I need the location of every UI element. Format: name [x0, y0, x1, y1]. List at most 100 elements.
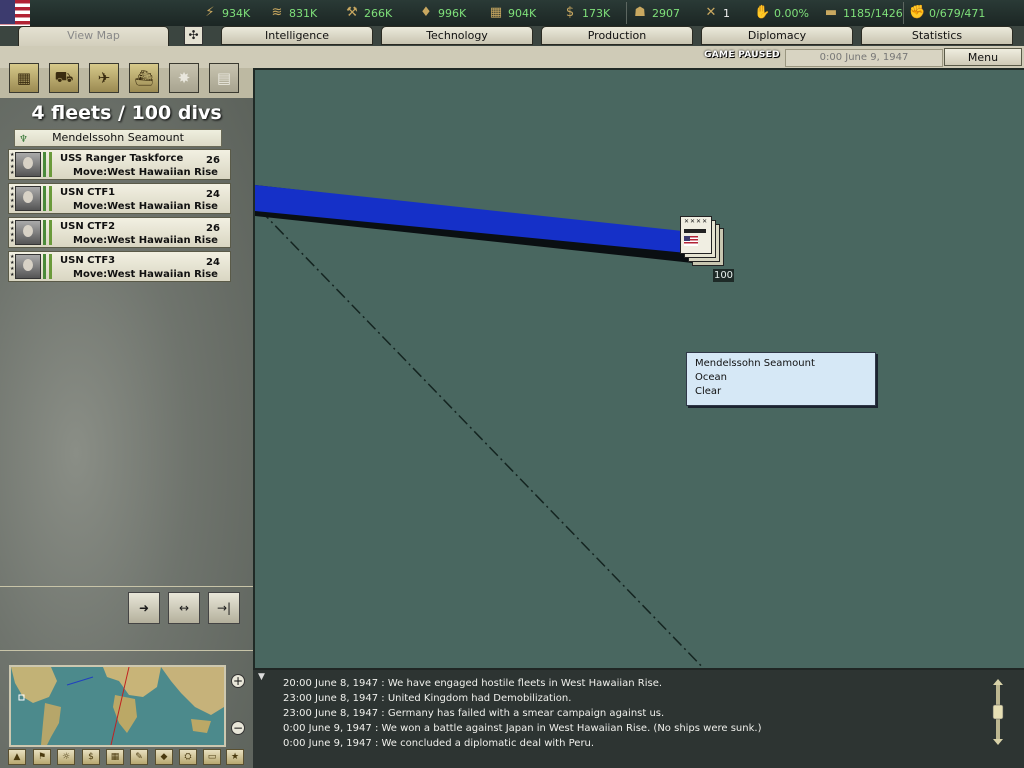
commander-portrait — [15, 254, 41, 279]
energy-icon: ⚡ — [205, 5, 215, 20]
orders-icon[interactable]: ▤ — [209, 63, 239, 93]
province-tooltip: Mendelssohn Seamount Ocean Clear — [686, 352, 876, 406]
metal-resource[interactable]: ≋ 831K — [269, 4, 318, 22]
fleet-order: Move:West Hawaiian Rise — [73, 235, 218, 246]
diplomats-resource[interactable]: ✕ 1 — [703, 4, 730, 22]
strength-bar — [43, 152, 46, 177]
rank-stars-icon: ★ ★ ★ ★ — [10, 220, 15, 244]
money-icon: $ — [565, 5, 575, 20]
divider — [0, 650, 253, 651]
rare-materials-resource[interactable]: ⚒ 266K — [344, 4, 392, 22]
move-fleet-button[interactable]: ➜ — [128, 592, 160, 624]
org-bar — [49, 254, 52, 279]
tab-view-map[interactable]: View Map — [18, 26, 169, 48]
resources-mapmode-icon[interactable]: ◆ — [155, 749, 173, 765]
commander-portrait — [15, 186, 41, 211]
fleet-row[interactable]: ★ ★ ★ ★ USN CTF3 24 Move:West Hawaiian Rise — [8, 251, 231, 282]
game-paused-label: GAME PAUSED — [704, 50, 780, 60]
log-entry[interactable]: 0:00 June 9, 1947 : We won a battle agai… — [283, 721, 983, 736]
tab-production[interactable]: Production — [541, 26, 693, 45]
energy-resource[interactable]: ⚡ 934K — [202, 4, 250, 22]
region-mapmode-icon[interactable]: ★ — [226, 749, 244, 765]
minimap[interactable] — [9, 665, 226, 747]
province-filter-icon[interactable]: ▦ — [9, 63, 39, 93]
map-layer — [255, 185, 705, 668]
tab-intelligence[interactable]: Intelligence — [221, 26, 373, 45]
supplies-resource[interactable]: ▦ 904K — [488, 4, 536, 22]
log-entry[interactable]: 23:00 June 8, 1947 : United Kingdom had … — [283, 691, 983, 706]
terrain-mapmode-icon[interactable]: ▲ — [8, 749, 26, 765]
oil-icon: ♦ — [420, 5, 432, 20]
fleet-row[interactable]: ★ ★ ★ ★ USN CTF1 24 Move:West Hawaiian Rise — [8, 183, 231, 214]
tab-diplomacy[interactable]: Diplomacy — [701, 26, 853, 45]
fleet-stack-icon[interactable]: ✕✕✕✕ — [680, 216, 724, 266]
divider — [0, 586, 253, 587]
org-bar — [49, 220, 52, 245]
rank-stars-icon: ✕✕✕✕ — [684, 218, 709, 225]
fleet-number: 26 — [206, 223, 220, 234]
metal-icon: ≋ — [271, 5, 283, 20]
merge-fleets-button[interactable]: ↔ — [168, 592, 200, 624]
divider — [903, 2, 904, 24]
strength-bar — [43, 220, 46, 245]
tooltip-weather: Clear — [695, 386, 722, 397]
fleet-order: Move:West Hawaiian Rise — [73, 167, 218, 178]
game-map[interactable] — [253, 68, 1024, 668]
strength-bar — [43, 254, 46, 279]
tab-statistics[interactable]: Statistics — [861, 26, 1013, 45]
nuke-icon: ✊ — [909, 5, 926, 20]
money-resource[interactable]: $173K — [562, 4, 610, 22]
oil-resource[interactable]: ♦ 996K — [418, 4, 466, 22]
fleet-name: USS Ranger Taskforce — [60, 153, 184, 164]
manpower-icon: ☗ — [634, 5, 646, 20]
supply-mapmode-icon[interactable]: ▦ — [106, 749, 124, 765]
game-date: 0:00 June 9, 1947 — [785, 49, 943, 67]
fleet-count: 4 fleets / 100 divs — [31, 102, 222, 124]
org-bar — [49, 152, 52, 177]
tab-technology[interactable]: Technology — [381, 26, 533, 45]
transports-resource[interactable]: ▬ 1185/1426 — [823, 4, 903, 22]
fleet-number: 24 — [206, 189, 220, 200]
units-mapmode-icon[interactable]: ⛭ — [179, 749, 197, 765]
split-fleet-button[interactable]: →| — [208, 592, 240, 624]
fleet-row[interactable]: ★ ★ ★ ★ USS Ranger Taskforce 26 Move:West H… — [8, 149, 231, 180]
commander-portrait — [15, 220, 41, 245]
log-entry[interactable]: 20:00 June 8, 1947 : We have engaged hos… — [283, 676, 983, 691]
political-mapmode-icon[interactable]: ⚑ — [33, 749, 51, 765]
tooltip-terrain-type: Ocean — [695, 372, 727, 383]
us-flag-icon — [684, 236, 698, 246]
fleet-name: USN CTF1 — [60, 187, 116, 198]
zoom-in-button[interactable]: + — [231, 674, 245, 688]
theatre-mapmode-icon[interactable]: ▭ — [203, 749, 221, 765]
diplomacy-mapmode-icon[interactable]: ✎ — [130, 749, 148, 765]
tooltip-province-name: Mendelssohn Seamount — [695, 358, 815, 369]
fleet-order: Move:West Hawaiian Rise — [73, 201, 218, 212]
fleet-name: USN CTF2 — [60, 221, 116, 232]
nuke-resource[interactable]: ✊ 0/679/471 — [909, 4, 985, 22]
stack-count-badge: 100 — [713, 269, 734, 282]
diplomats-icon: ✕ — [705, 5, 717, 20]
log-scrollbar[interactable] — [991, 679, 1005, 745]
economy-mapmode-icon[interactable]: $ — [82, 749, 100, 765]
naval-units-icon[interactable]: ⛴ — [129, 63, 159, 93]
dissent-resource[interactable]: ✋ 0.00% — [754, 4, 809, 22]
air-units-icon[interactable]: ✈ — [89, 63, 119, 93]
land-units-icon[interactable]: ⛟ — [49, 63, 79, 93]
log-entry[interactable]: 23:00 June 8, 1947 : Germany has failed … — [283, 706, 983, 721]
fleet-number: 24 — [206, 257, 220, 268]
weather-mapmode-icon[interactable]: ☼ — [57, 749, 75, 765]
fleet-row[interactable]: ★ ★ ★ ★ USN CTF2 26 Move:West Hawaiian Rise — [8, 217, 231, 248]
fleet-name: USN CTF3 — [60, 255, 116, 266]
menu-button[interactable]: Menu — [944, 48, 1022, 66]
transports-icon: ▬ — [824, 5, 838, 20]
log-collapse-icon[interactable]: ▼ — [258, 672, 265, 682]
divider — [626, 2, 627, 24]
selected-province[interactable]: ♆ Mendelssohn Seamount — [14, 129, 222, 147]
manpower-resource[interactable]: ☗ 2907 — [632, 4, 680, 22]
minimap-terrain — [11, 667, 224, 745]
expand-map-icon[interactable]: ✣ — [184, 26, 203, 45]
combat-icon[interactable]: ✸ — [169, 63, 199, 93]
log-entry[interactable]: 0:00 June 9, 1947 : We concluded a diplo… — [283, 736, 983, 751]
province-icon: ♆ — [19, 134, 28, 145]
zoom-out-button[interactable]: − — [231, 721, 245, 735]
